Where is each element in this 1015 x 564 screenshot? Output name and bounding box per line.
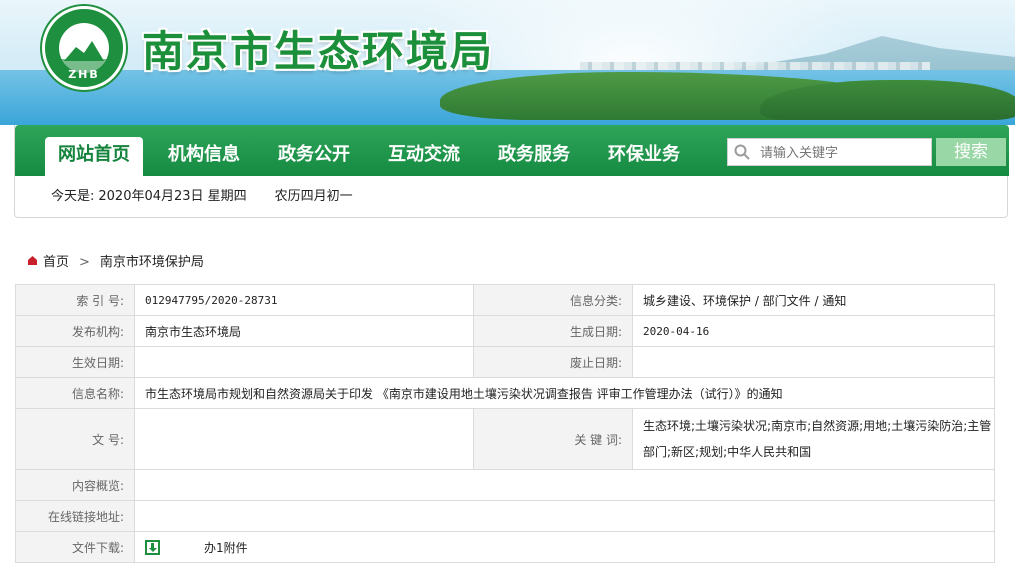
lunar-date-text: 农历四月初一 — [274, 189, 353, 204]
nav-item-organization[interactable]: 机构信息 — [155, 137, 253, 176]
abolish-date-label: 废止日期: — [473, 346, 633, 378]
online-link-value — [134, 500, 995, 532]
logo-text: ZHB — [68, 68, 100, 81]
breadcrumb: 首页 > 南京市环境保护局 — [28, 251, 204, 270]
breadcrumb-separator: > — [79, 255, 90, 270]
site-banner: ZHB 南京市生态环境局 — [0, 0, 1015, 125]
attachment-link[interactable]: 办1附件 — [204, 541, 248, 555]
nav-item-home[interactable]: 网站首页 — [45, 137, 143, 176]
table-row: 索 引 号: 012947795/2020-28731 信息分类: 城乡建设、环… — [15, 284, 995, 316]
created-date-value: 2020-04-16 — [632, 315, 995, 347]
index-value: 012947795/2020-28731 — [134, 284, 474, 316]
search-icon — [734, 144, 750, 160]
abolish-date-value — [632, 346, 995, 378]
info-name-label: 信息名称: — [15, 377, 135, 409]
table-row: 生效日期: 废止日期: — [15, 346, 995, 378]
effective-date-value — [134, 346, 474, 378]
doc-number-label: 文 号: — [15, 408, 135, 470]
nav-item-env-business[interactable]: 环保业务 — [595, 137, 693, 176]
nav-item-interaction[interactable]: 互动交流 — [375, 137, 473, 176]
date-line: 今天是: 2020年04月23日 星期四 农历四月初一 — [51, 185, 357, 204]
index-label: 索 引 号: — [15, 284, 135, 316]
date-prefix: 今天是: — [51, 189, 95, 204]
download-label: 文件下载: — [15, 531, 135, 563]
table-row: 文件下载: 办1附件 — [15, 531, 995, 563]
site-logo[interactable]: ZHB — [42, 6, 126, 90]
breadcrumb-current[interactable]: 南京市环境保护局 — [100, 255, 204, 270]
category-value: 城乡建设、环境保护 / 部门文件 / 通知 — [632, 284, 995, 316]
effective-date-label: 生效日期: — [15, 346, 135, 378]
nav-item-services[interactable]: 政务服务 — [485, 137, 583, 176]
nav-item-gov-affairs[interactable]: 政务公开 — [265, 137, 363, 176]
table-row: 在线链接地址: — [15, 500, 995, 532]
breadcrumb-home[interactable]: 首页 — [43, 255, 69, 270]
publisher-value: 南京市生态环境局 — [134, 315, 474, 347]
overview-value — [134, 469, 995, 501]
weekday-text: 星期四 — [207, 189, 247, 204]
info-name-value: 市生态环境局市规划和自然资源局关于印发 《南京市建设用地土壤污染状况调查报告 评… — [134, 377, 995, 409]
home-icon — [28, 256, 37, 265]
search-input[interactable] — [760, 143, 925, 163]
site-title: 南京市生态环境局 — [142, 27, 495, 76]
category-label: 信息分类: — [473, 284, 633, 316]
nav-panel: 网站首页 机构信息 政务公开 互动交流 政务服务 环保业务 搜索 今天是:202… — [14, 125, 1009, 218]
download-cell: 办1附件 — [134, 531, 995, 563]
overview-label: 内容概览: — [15, 469, 135, 501]
main-nav: 网站首页 机构信息 政务公开 互动交流 政务服务 环保业务 搜索 — [15, 125, 1009, 176]
search-button[interactable]: 搜索 — [936, 138, 1006, 166]
download-icon[interactable] — [145, 539, 160, 555]
keywords-value: 生态环境;土壤污染状况;南京市;自然资源;用地;土壤污染防治;主管部门;新区;规… — [632, 408, 995, 470]
document-info-table: 索 引 号: 012947795/2020-28731 信息分类: 城乡建设、环… — [15, 284, 995, 563]
date-text: 2020年04月23日 — [98, 189, 204, 204]
publisher-label: 发布机构: — [15, 315, 135, 347]
search-box — [727, 138, 932, 166]
doc-number-value — [134, 408, 474, 470]
online-link-label: 在线链接地址: — [15, 500, 135, 532]
table-row: 信息名称: 市生态环境局市规划和自然资源局关于印发 《南京市建设用地土壤污染状况… — [15, 377, 995, 409]
keywords-label: 关 键 词: — [473, 408, 633, 470]
created-date-label: 生成日期: — [473, 315, 633, 347]
table-row: 内容概览: — [15, 469, 995, 501]
logo-emblem-icon — [59, 23, 109, 73]
table-row: 发布机构: 南京市生态环境局 生成日期: 2020-04-16 — [15, 315, 995, 347]
table-row: 文 号: 关 键 词: 生态环境;土壤污染状况;南京市;自然资源;用地;土壤污染… — [15, 408, 995, 470]
